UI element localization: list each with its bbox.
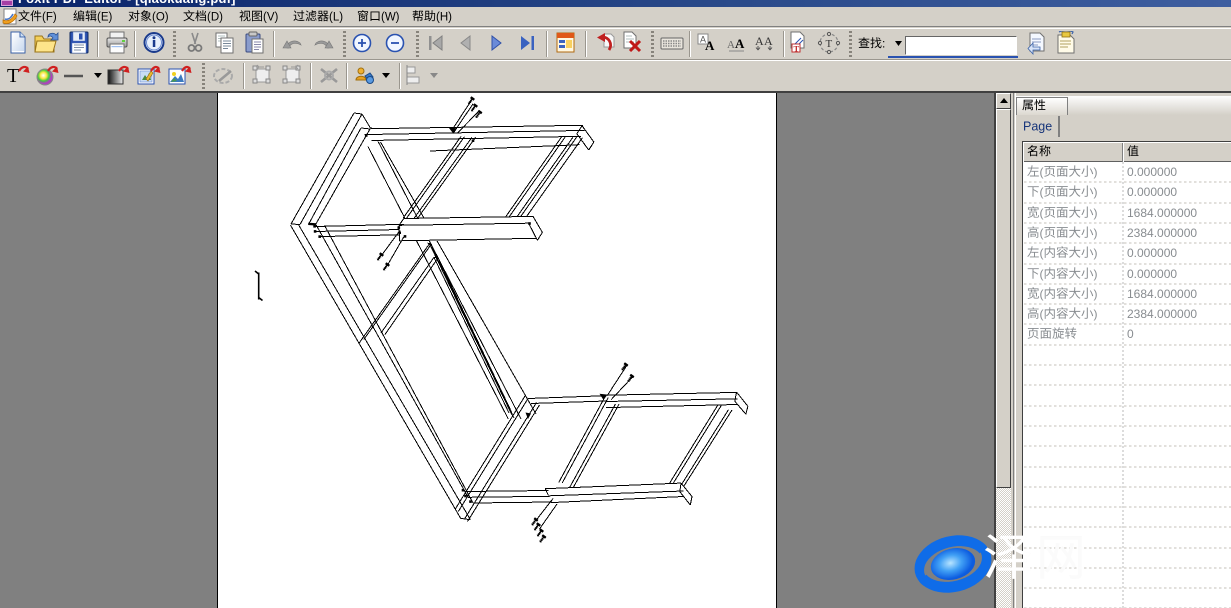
svg-text:Page: Page [1023,119,1052,133]
svg-text:(F): (F) [42,11,57,23]
svg-text:(E): (E) [97,11,113,23]
svg-text:(: ( [1040,266,1044,280]
svg-text:A: A [727,39,735,51]
svg-text:1684.000000: 1684.000000 [1127,287,1197,301]
svg-text:T: T [7,65,19,87]
svg-text:0.000000: 0.000000 [1127,185,1177,199]
svg-text:): ) [1094,266,1098,280]
svg-text:(: ( [1040,205,1044,219]
svg-text:2384.000000: 2384.000000 [1127,226,1197,240]
svg-text:0.000000: 0.000000 [1127,266,1177,280]
svg-text:): ) [1094,185,1098,199]
svg-text:(O): (O) [152,11,169,23]
svg-text:0.000000: 0.000000 [1127,246,1177,260]
svg-text:T: T [794,44,800,54]
svg-text:): ) [1094,226,1098,240]
svg-text:(V): (V) [263,11,279,23]
svg-text:A: A [755,34,764,48]
svg-text:1684.000000: 1684.000000 [1127,205,1197,219]
svg-text:0.000000: 0.000000 [1127,165,1177,179]
svg-text:T: T [826,38,833,50]
svg-text:(D): (D) [207,11,223,23]
svg-text:(: ( [1040,287,1044,301]
svg-text:(: ( [1040,165,1044,179]
svg-text:(W): (W) [381,11,400,23]
svg-text:): ) [1094,307,1098,321]
svg-text:(L): (L) [329,11,343,23]
svg-text:(H): (H) [436,11,452,23]
svg-text:0: 0 [1127,327,1134,341]
svg-text:(: ( [1040,246,1044,260]
svg-text:): ) [1094,246,1098,260]
svg-text:A: A [764,34,773,48]
svg-text:A: A [735,36,745,51]
svg-text:A: A [705,38,715,53]
svg-text:): ) [1094,287,1098,301]
svg-text::: : [882,36,885,50]
svg-text:): ) [1094,205,1098,219]
svg-text:): ) [1094,165,1098,179]
svg-text:(: ( [1040,226,1044,240]
svg-text:(: ( [1040,307,1044,321]
svg-text:2384.000000: 2384.000000 [1127,307,1197,321]
svg-text:(: ( [1040,185,1044,199]
